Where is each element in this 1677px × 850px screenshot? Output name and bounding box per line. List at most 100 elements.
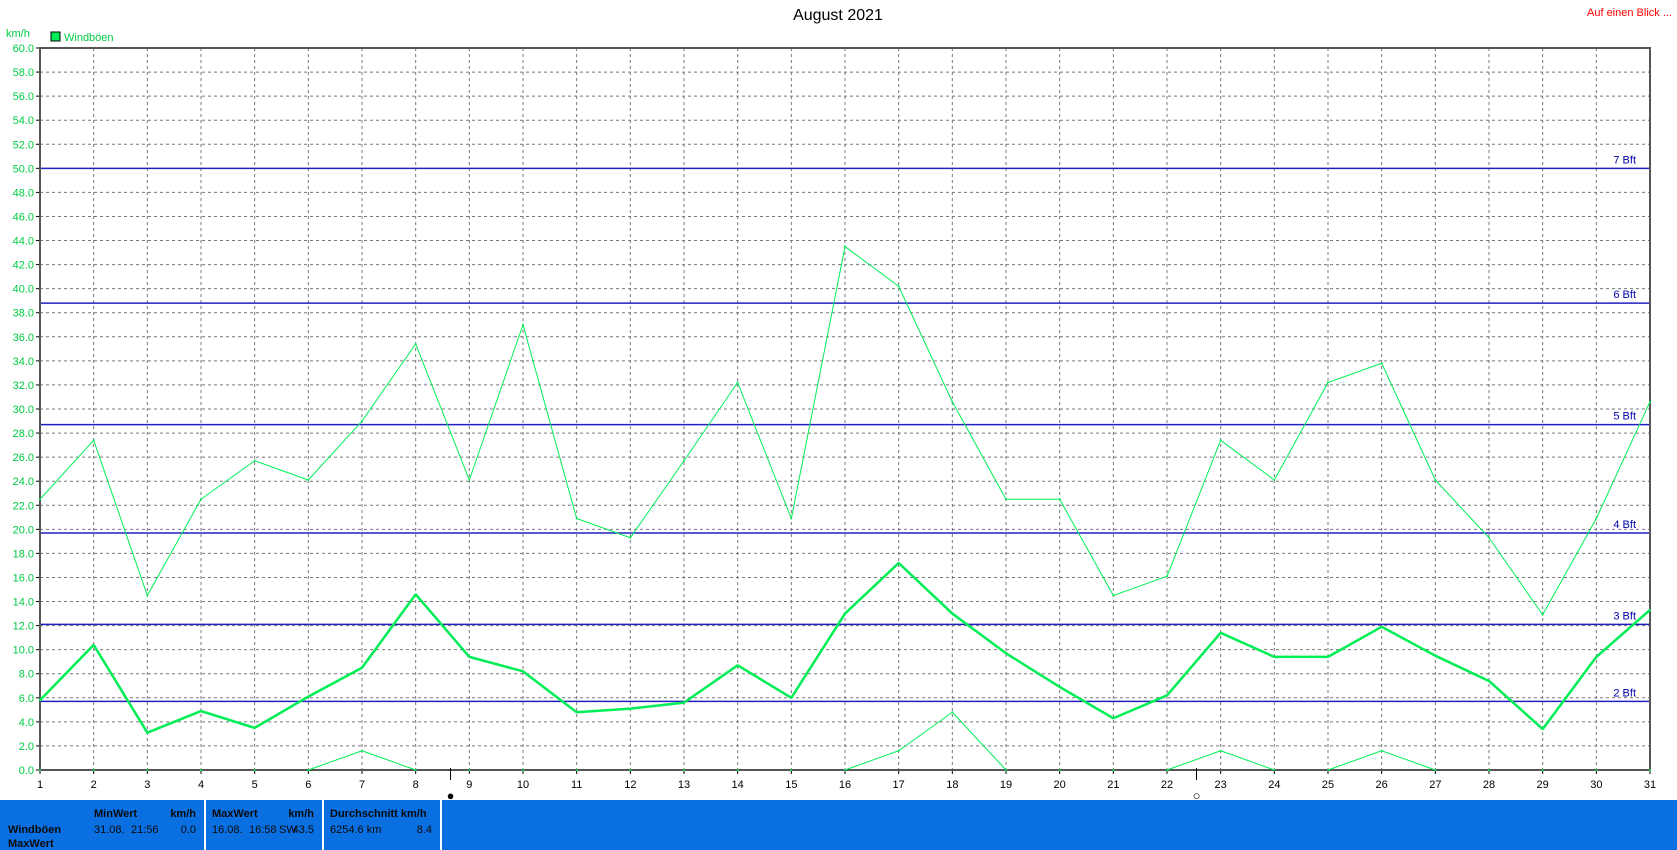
overview-link[interactable]: Auf einen Blick ... bbox=[1587, 7, 1672, 19]
x-tick-label: 26 bbox=[1376, 779, 1388, 791]
series-min-point bbox=[253, 769, 256, 771]
series-max-point bbox=[1058, 498, 1061, 501]
chart: August 2021 Auf einen Blick ... km/h Win… bbox=[6, 7, 1672, 800]
max-date: 16.08. bbox=[212, 824, 243, 836]
y-tick-label: 48.0 bbox=[13, 187, 34, 199]
series-average-segment bbox=[844, 562, 900, 615]
x-tick-label: 1 bbox=[37, 779, 43, 791]
series-max-point bbox=[253, 459, 256, 462]
series-average-point bbox=[92, 643, 95, 646]
statistics-footer: Windböen MaxWert MinWert km/h 31.08. 21:… bbox=[0, 800, 1677, 850]
y-tick-label: 20.0 bbox=[13, 524, 34, 536]
series-average-segment bbox=[39, 643, 95, 702]
series-average-segment bbox=[1434, 654, 1490, 683]
x-tick-label: 2 bbox=[91, 779, 97, 791]
y-axis-unit: km/h bbox=[6, 28, 30, 40]
series-max-segment bbox=[522, 324, 578, 519]
series-min-point bbox=[1058, 769, 1061, 771]
series-average-point bbox=[1488, 679, 1490, 682]
beaufort-label: 6 Bft bbox=[1613, 289, 1636, 301]
series-average-point bbox=[200, 710, 202, 713]
series-average-segment bbox=[630, 701, 685, 710]
series-min-point bbox=[951, 711, 954, 714]
series-max-segment bbox=[1220, 439, 1275, 481]
series-min-point bbox=[414, 769, 417, 771]
series-average-point bbox=[522, 670, 524, 673]
x-tick-label: 16 bbox=[839, 779, 851, 791]
beaufort-label: 5 Bft bbox=[1613, 411, 1636, 423]
series-min-point bbox=[1166, 769, 1168, 771]
series-min-point bbox=[200, 769, 202, 771]
series-max-point bbox=[1488, 536, 1490, 539]
series-min-point bbox=[92, 769, 95, 771]
series-average-point bbox=[844, 612, 846, 615]
series-max-segment bbox=[1327, 362, 1382, 383]
x-tick-label: 4 bbox=[198, 779, 204, 791]
min-value: 0.0 bbox=[180, 824, 196, 836]
series-min-point bbox=[1327, 769, 1329, 771]
series-max-point bbox=[1219, 439, 1222, 442]
series-max-point bbox=[39, 498, 41, 501]
y-tick-label: 30.0 bbox=[13, 404, 34, 416]
min-header: MinWert bbox=[94, 808, 138, 820]
x-tick-label: 7 bbox=[359, 779, 365, 791]
legend-swatch bbox=[50, 31, 61, 42]
series-average-segment bbox=[200, 709, 256, 730]
x-tick-label: 5 bbox=[252, 779, 258, 791]
axes: 0.0 2.0 4.0 6.0 8.0 10.0 12.0 14.0 16.0 18.0 20.0 2… bbox=[13, 43, 1657, 791]
y-tick-label: 34.0 bbox=[13, 356, 34, 368]
avg-header: Durchschnitt km/h bbox=[330, 808, 427, 820]
series-average-point bbox=[1058, 685, 1061, 688]
series-min-point bbox=[146, 769, 149, 771]
y-tick-label: 44.0 bbox=[13, 236, 34, 248]
y-tick-label: 4.0 bbox=[19, 717, 34, 729]
series-min-point bbox=[1488, 769, 1490, 771]
series-average-segment bbox=[92, 644, 149, 734]
moon-markers: ● ○ bbox=[447, 768, 1201, 800]
max-header: MaxWert bbox=[212, 808, 258, 820]
y-tick-label: 50.0 bbox=[13, 163, 34, 175]
series-max-point bbox=[200, 498, 202, 501]
min-date: 31.08. bbox=[94, 824, 125, 836]
series-max-segment bbox=[790, 246, 846, 519]
y-tick-label: 6.0 bbox=[19, 693, 34, 705]
series-max-point bbox=[92, 439, 95, 442]
series-max-point bbox=[1541, 613, 1544, 616]
x-tick-label: 28 bbox=[1483, 779, 1495, 791]
series-min-point bbox=[629, 769, 632, 771]
x-tick-label: 18 bbox=[946, 779, 958, 791]
series-max-point bbox=[736, 381, 739, 384]
footer-row-label-windboeen: Windböen bbox=[8, 824, 62, 836]
x-tick-label: 25 bbox=[1322, 779, 1334, 791]
series-max-point bbox=[468, 478, 471, 481]
series-max-point bbox=[522, 323, 524, 326]
series-min-segment bbox=[361, 750, 416, 771]
beaufort-label: 7 Bft bbox=[1613, 154, 1636, 166]
series-average-point bbox=[1380, 625, 1383, 628]
series-max-point bbox=[683, 459, 685, 462]
series-max-segment bbox=[39, 439, 95, 500]
series-average-point bbox=[1273, 655, 1276, 658]
series-max-point bbox=[951, 400, 954, 403]
series-average-point bbox=[1541, 728, 1544, 731]
series-min-point bbox=[790, 769, 793, 771]
series-max-point bbox=[1273, 478, 1276, 481]
series-max-segment bbox=[307, 420, 363, 481]
series-min-point bbox=[1595, 769, 1598, 771]
y-tick-label: 16.0 bbox=[13, 572, 34, 584]
series-max-point bbox=[790, 517, 793, 520]
series-average-segment bbox=[1488, 680, 1544, 731]
series-min-segment bbox=[1381, 750, 1436, 771]
series-average-point bbox=[39, 699, 41, 702]
series-average-segment bbox=[683, 664, 739, 704]
series-average-point bbox=[146, 731, 149, 734]
series-average-segment bbox=[576, 707, 631, 714]
series-average-segment bbox=[1005, 652, 1061, 689]
y-tick-label: 8.0 bbox=[19, 669, 34, 681]
series-max-segment bbox=[737, 382, 792, 519]
series-min-segment bbox=[308, 750, 363, 771]
series-average-point bbox=[1166, 694, 1168, 697]
series-average-point bbox=[307, 695, 310, 698]
series-min-point bbox=[1005, 769, 1007, 771]
moon-phase-marker: ○ bbox=[1193, 788, 1201, 800]
